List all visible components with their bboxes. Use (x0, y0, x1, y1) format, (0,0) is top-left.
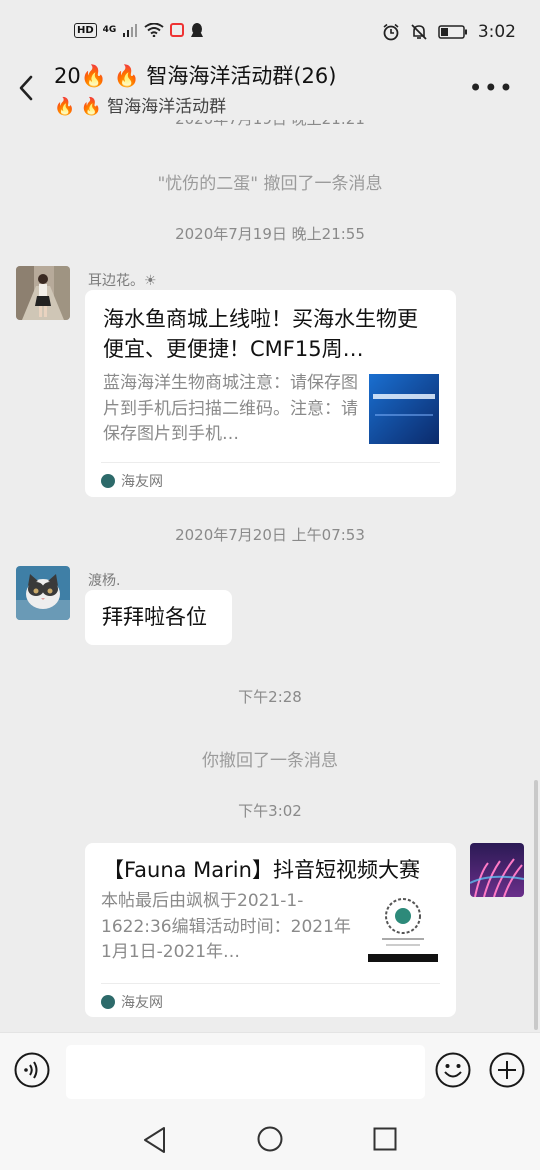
mute-icon (411, 24, 427, 40)
message-text: 拜拜啦各位 (102, 605, 207, 629)
timestamp: 下午3:02 (238, 802, 302, 820)
avatar[interactable] (16, 266, 70, 320)
card-source: 海友网 (101, 992, 163, 1012)
nav-recent-apps-icon[interactable] (373, 1127, 397, 1151)
card-description: 本帖最后由飒枫于2021-1-1622:36编辑活动时间：2021年1月1日-2… (101, 891, 351, 962)
avatar-self[interactable] (470, 843, 524, 897)
system-navigation-bar (0, 1106, 540, 1170)
card-thumbnail-image (368, 892, 438, 962)
back-icon[interactable] (14, 72, 40, 104)
sender-name: 渡杨. (88, 573, 121, 589)
group-subtitle: 🔥 🔥 智海海洋活动群 (54, 97, 227, 117)
source-name: 海友网 (121, 995, 163, 1011)
card-description: 蓝海海洋生物商城注意：请保存图片到手机后扫描二维码。注意：请保存图片到手机… (103, 373, 358, 444)
status-right: 3:02 (382, 22, 516, 42)
recall-notice: "忧伤的二蛋" 撤回了一条消息 (157, 174, 383, 194)
status-time: 3:02 (477, 22, 516, 42)
card-source: 海友网 (101, 471, 163, 491)
timestamp: 下午2:28 (238, 688, 302, 706)
timestamp: 2020年7月20日 上午07:53 (175, 526, 365, 544)
status-left: HD 4G (74, 22, 204, 38)
notification-app-icon (170, 23, 185, 37)
recall-notice: 你撤回了一条消息 (202, 751, 338, 771)
voice-input-icon[interactable] (14, 1052, 50, 1088)
qq-icon (191, 23, 204, 37)
alarm-icon (383, 23, 399, 41)
source-logo-icon (101, 474, 115, 488)
avatar[interactable] (16, 566, 70, 620)
network-label: 4G (102, 25, 117, 35)
timestamp-partial: 2020年7月19日 晚上21:21 (0, 120, 540, 129)
card-thumbnail (368, 892, 438, 962)
nav-home-icon[interactable] (257, 1126, 283, 1152)
avatar-photo-cat (16, 566, 70, 620)
battery-icon (438, 25, 467, 39)
card-title: 【Fauna Marin】抖音短视频大赛 (103, 858, 420, 882)
group-title: 20🔥 🔥 智海海洋活动群(26) (54, 64, 337, 88)
message-list[interactable]: 2020年7月19日 晚上21:21 "忧伤的二蛋" 撤回了一条消息 2020年… (0, 120, 540, 1032)
card-divider (101, 462, 440, 463)
source-name: 海友网 (121, 474, 163, 490)
scrollbar[interactable] (534, 780, 538, 1030)
avatar-photo-girl (16, 266, 70, 320)
signal-icon (123, 24, 138, 37)
avatar-photo-coral (470, 843, 524, 897)
wifi-icon (144, 23, 164, 37)
link-card[interactable]: 海水鱼商城上线啦！买海水生物更便宜、更便捷！CMF15周… 蓝海海洋生物商城注意… (85, 290, 456, 497)
link-card[interactable]: 【Fauna Marin】抖音短视频大赛 本帖最后由飒枫于2021-1-1622… (85, 843, 456, 1017)
card-thumbnail-image (369, 374, 439, 444)
sender-name: 耳边花。☀ (88, 273, 157, 289)
status-bar: HD 4G 3:02 (0, 0, 540, 58)
message-input[interactable] (66, 1045, 425, 1099)
card-divider (101, 983, 440, 984)
chat-header: 20🔥 🔥 智海海洋活动群(26) 🔥 🔥 智海海洋活动群 ••• (0, 58, 540, 120)
emoji-icon[interactable] (435, 1052, 471, 1088)
nav-back-icon[interactable] (142, 1126, 168, 1154)
timestamp: 2020年7月19日 晚上21:55 (175, 225, 365, 243)
hd-badge: HD (74, 22, 97, 38)
card-thumbnail (369, 374, 439, 444)
plus-icon[interactable] (489, 1052, 525, 1088)
source-logo-icon (101, 995, 115, 1009)
message-bubble[interactable]: 拜拜啦各位 (85, 590, 232, 645)
card-title: 海水鱼商城上线啦！买海水生物更便宜、更便捷！CMF15周… (103, 307, 418, 361)
more-options-button[interactable]: ••• (469, 74, 514, 102)
input-bar (0, 1032, 540, 1107)
